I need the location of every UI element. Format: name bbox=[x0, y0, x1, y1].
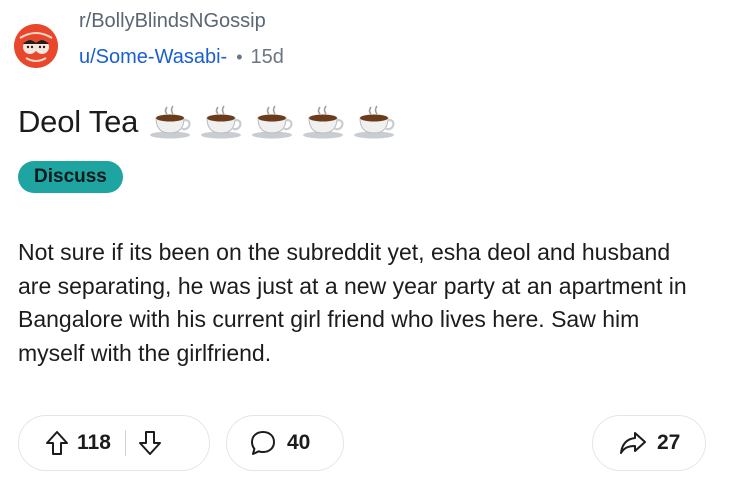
post-age: 15d bbox=[250, 46, 284, 68]
vote-divider bbox=[124, 430, 126, 456]
share-count: 27 bbox=[657, 431, 681, 454]
comments-button[interactable]: 40 bbox=[226, 415, 344, 471]
post-flair[interactable]: Discuss bbox=[18, 161, 123, 193]
comment-count: 40 bbox=[287, 431, 311, 454]
subreddit-avatar-icon[interactable] bbox=[14, 24, 58, 68]
author-username[interactable]: u/Some-Wasabi- bbox=[79, 46, 227, 69]
coffee-cup-icon bbox=[150, 105, 191, 139]
share-arrow-icon bbox=[619, 430, 647, 456]
subreddit-name[interactable]: r/BollyBlindsNGossip bbox=[79, 10, 266, 33]
post-body: Not sure if its been on the subreddit ye… bbox=[18, 239, 687, 366]
comment-bubble-icon bbox=[249, 429, 277, 457]
post-meta: u/Some-Wasabi- • 15d bbox=[79, 46, 284, 69]
vote-control: 118 bbox=[18, 415, 210, 471]
post-title-row[interactable]: Deol Tea bbox=[18, 104, 398, 140]
post-title[interactable]: Deol Tea bbox=[18, 104, 138, 140]
coffee-cup-icon bbox=[252, 105, 293, 139]
meta-separator: • bbox=[236, 47, 243, 67]
arrow-up-icon[interactable] bbox=[45, 430, 69, 456]
coffee-cup-icon bbox=[354, 105, 395, 139]
title-emoji-group bbox=[148, 105, 398, 139]
reddit-post: r/BollyBlindsNGossip u/Some-Wasabi- • 15… bbox=[0, 0, 748, 481]
arrow-down-icon[interactable] bbox=[138, 430, 162, 456]
coffee-cup-icon bbox=[201, 105, 242, 139]
share-button[interactable]: 27 bbox=[592, 415, 706, 471]
coffee-cup-icon bbox=[303, 105, 344, 139]
upvote-count: 118 bbox=[77, 431, 111, 454]
